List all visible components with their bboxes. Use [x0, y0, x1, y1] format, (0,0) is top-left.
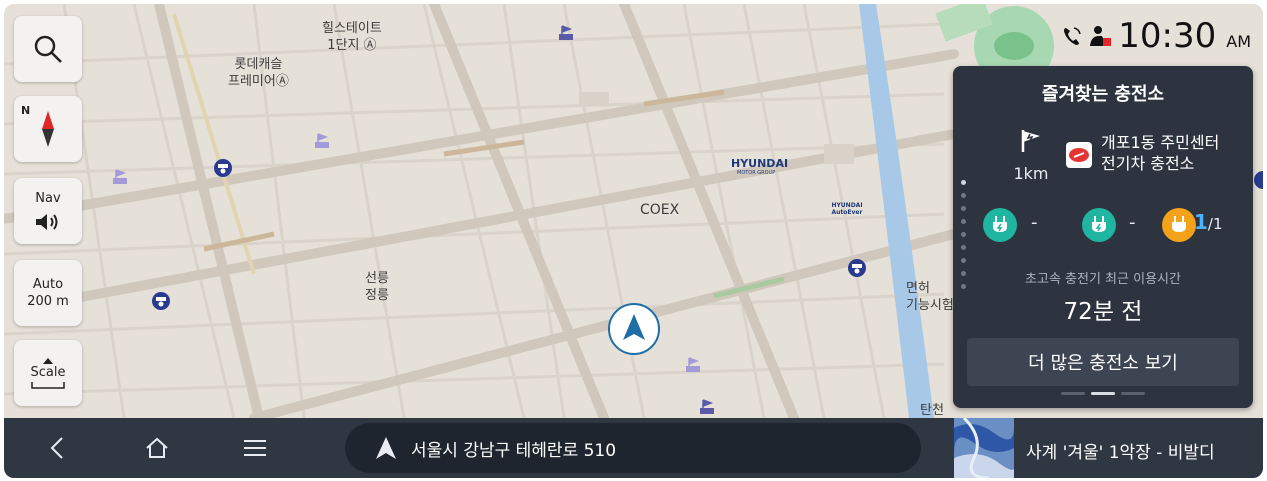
- menu-icon: [244, 440, 266, 456]
- current-address-bar[interactable]: 서울시 강남구 테헤란로 510: [345, 423, 921, 473]
- flag-poi-icon[interactable]: [698, 398, 716, 416]
- charger-1-status: -: [1031, 212, 1038, 233]
- flag-poi-icon[interactable]: [557, 24, 575, 42]
- flag-poi-icon[interactable]: [684, 356, 702, 374]
- search-button[interactable]: [14, 16, 82, 82]
- ev-plug-icon: [1162, 208, 1196, 242]
- police-station-icon[interactable]: [151, 291, 171, 311]
- auto-label: Auto: [32, 277, 64, 292]
- map-label-coex: COEX: [640, 202, 680, 218]
- police-station-icon[interactable]: [213, 158, 233, 178]
- driver-profile-icon: [1090, 26, 1112, 46]
- search-icon: [34, 35, 62, 63]
- total-count: /1: [1207, 215, 1223, 233]
- volume-icon: [36, 213, 58, 230]
- album-art[interactable]: [954, 418, 1014, 478]
- nav-label: Nav: [35, 190, 61, 206]
- destination-flag-icon: [1021, 130, 1040, 152]
- autoever-logo: HYUNDAI AutoEver: [831, 202, 863, 216]
- current-location-icon: [608, 303, 660, 355]
- auto-scale-button[interactable]: Auto 200 m: [14, 260, 82, 326]
- charger-2-status: -: [1129, 212, 1136, 233]
- hyundai-logo: HYUNDAI: [731, 157, 789, 170]
- station-name-line1: 개포1동 주민센터: [1101, 133, 1220, 152]
- usage-time-label: 초고속 충전기 최근 이용시간: [1025, 272, 1181, 287]
- station-name-line2: 전기차 충전소: [1101, 154, 1195, 173]
- compass-button[interactable]: N: [14, 96, 82, 162]
- distance-value: 1km: [1013, 164, 1049, 183]
- police-station-icon[interactable]: [1253, 170, 1263, 190]
- distance-block: 1km: [1011, 128, 1051, 183]
- back-button[interactable]: [42, 433, 72, 463]
- nav-volume-button[interactable]: Nav: [14, 178, 82, 244]
- clock-ampm: AM: [1226, 31, 1251, 51]
- now-playing-track[interactable]: 사계 '겨울' 1악장 - 비발디: [1026, 438, 1215, 463]
- charger-availability: 1/1: [1194, 210, 1223, 234]
- map-label-tancheon: 탄천: [920, 403, 944, 418]
- usage-time-value: 72분 전: [1063, 299, 1143, 325]
- police-station-icon[interactable]: [847, 258, 867, 278]
- panel-title: 즐겨찾는 충전소: [1041, 84, 1165, 105]
- station-brand-logo: [1066, 142, 1092, 168]
- navigation-screen: 힐스테이트 1단지 Ⓐ 롯데캐슬 프레미어Ⓐ COEX 선릉 정릉 면허 기능시…: [4, 4, 1263, 478]
- menu-button[interactable]: [240, 433, 270, 463]
- map-label-lotte: 롯데캐슬 프레미어Ⓐ: [228, 57, 289, 89]
- back-icon: [50, 437, 63, 459]
- panel-page-indicator: [1061, 392, 1151, 396]
- compass-icon: [42, 111, 54, 147]
- map-label-myeonheo: 면허 기능시험: [906, 281, 954, 313]
- ev-plug-icon: [1082, 208, 1116, 242]
- station-name[interactable]: 개포1동 주민센터 전기차 충전소: [1101, 132, 1219, 174]
- home-button[interactable]: [142, 433, 172, 463]
- flag-poi-icon[interactable]: [111, 168, 129, 186]
- phone-icon: [1064, 27, 1082, 45]
- current-address: 서울시 강남구 테헤란로 510: [411, 440, 617, 461]
- clock-time: 10:30: [1118, 16, 1217, 56]
- scale-bar-icon: [31, 381, 65, 389]
- flag-poi-icon[interactable]: [313, 132, 331, 150]
- bottom-bar: 서울시 강남구 테헤란로 510 사계 '겨울' 1악장 - 비발디: [4, 418, 1263, 478]
- home-icon: [146, 437, 168, 458]
- available-count: 1: [1194, 210, 1208, 234]
- auto-scale-value: 200 m: [27, 294, 69, 309]
- charger-status-row: - - 1/1: [979, 208, 1239, 242]
- ev-plug-icon: [983, 208, 1017, 242]
- direction-arrow-icon: [376, 437, 396, 459]
- scale-label: Scale: [30, 364, 66, 380]
- more-stations-button[interactable]: 더 많은 충전소 보기: [967, 338, 1239, 386]
- compass-north-label: N: [21, 104, 31, 117]
- map-label-seolleung: 선릉 정릉: [365, 271, 389, 303]
- status-bar: 10:30 AM: [1062, 16, 1251, 56]
- scale-button[interactable]: Scale: [14, 340, 82, 406]
- map-label-hillstate: 힐스테이트 1단지 Ⓐ: [322, 21, 382, 53]
- favorite-charging-station-panel[interactable]: 즐겨찾는 충전소 1km 개포1동 주민센터 전기차 충전소 - - 1/1 초…: [953, 66, 1253, 408]
- hyundai-logo-sub: MOTOR GROUP: [737, 170, 776, 176]
